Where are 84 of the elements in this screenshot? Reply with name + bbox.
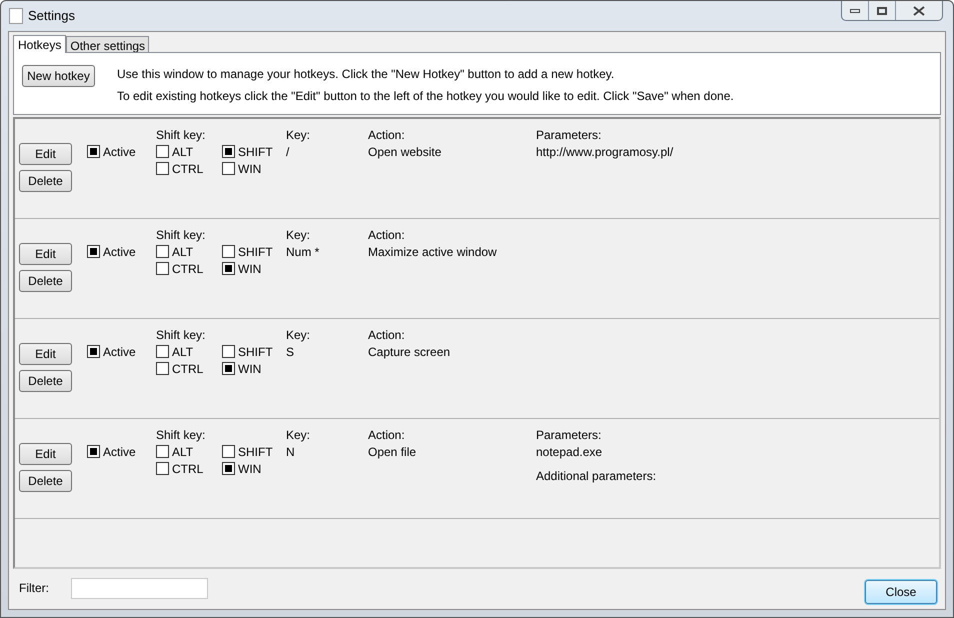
column-heading: Action: <box>368 127 406 143</box>
edit-button[interactable]: Edit <box>19 143 72 165</box>
checkbox[interactable] <box>156 445 169 458</box>
edit-button[interactable]: Edit <box>19 443 72 465</box>
action-value: Maximize active window <box>368 244 498 260</box>
checkbox-label: CTRL <box>172 460 204 478</box>
checkbox[interactable] <box>156 162 169 175</box>
delete-button[interactable]: Delete <box>19 270 72 292</box>
delete-button[interactable]: Delete <box>19 470 72 492</box>
delete-button[interactable]: Delete <box>19 370 72 392</box>
checkbox-label: WIN <box>238 460 262 478</box>
column-heading: Action: <box>368 327 406 343</box>
checkbox[interactable] <box>222 445 235 458</box>
checkbox-label: ALT <box>172 244 194 260</box>
checkbox[interactable] <box>156 345 169 358</box>
close-button[interactable]: Close <box>865 580 937 604</box>
checkbox[interactable] <box>222 262 235 275</box>
column-heading: Action: <box>368 227 406 243</box>
checkbox-label: CTRL <box>172 160 204 178</box>
tab[interactable]: Other settings <box>66 36 150 52</box>
column-heading: Parameters: <box>536 127 602 143</box>
filter-label: Filter: <box>19 580 49 597</box>
instruction-text: Use this window to manage your hotkeys. Click the "New Hotkey" button to add a new hotkey. <box>117 66 616 83</box>
action-value: Capture screen <box>368 344 452 360</box>
action-value: Open file <box>368 444 418 460</box>
checkbox-label: ALT <box>172 344 194 360</box>
filter-field[interactable] <box>71 578 208 598</box>
app-icon <box>9 8 23 24</box>
edit-button[interactable]: Edit <box>19 343 72 365</box>
column-heading: Parameters: <box>536 427 602 443</box>
action-value: Open website <box>368 144 442 160</box>
column-heading: Key: <box>286 327 312 343</box>
column-heading: Key: <box>286 227 312 243</box>
new-hotkey-button[interactable]: New hotkey <box>22 65 95 87</box>
checkbox[interactable] <box>87 245 100 258</box>
column-heading: Action: <box>368 427 406 443</box>
checkbox[interactable] <box>156 145 169 158</box>
checkbox[interactable] <box>222 345 235 358</box>
checkbox-label: CTRL <box>172 260 204 278</box>
checkbox-label: ALT <box>172 144 194 160</box>
column-heading: Key: <box>286 427 312 443</box>
checkbox-label: SHIFT <box>238 344 273 360</box>
checkbox-label: Active <box>103 344 136 360</box>
close-icon[interactable] <box>913 6 925 16</box>
checkbox[interactable] <box>156 245 169 258</box>
checkbox[interactable] <box>156 262 169 275</box>
checkbox-label: SHIFT <box>238 444 273 460</box>
checkbox-label: SHIFT <box>238 244 273 260</box>
key-value: / <box>286 144 290 160</box>
column-heading: Shift key: <box>156 327 206 343</box>
window-title: Settings <box>28 7 75 26</box>
checkbox[interactable] <box>87 345 100 358</box>
tab[interactable]: Hotkeys <box>13 35 66 53</box>
column-heading: Additional parameters: <box>536 468 656 485</box>
key-value: N <box>286 444 296 460</box>
instruction-text: To edit existing hotkeys click the "Edit" button to the left of the hotkey you would like to edit. Click "Save" when done. <box>117 88 734 105</box>
checkbox[interactable] <box>156 462 169 475</box>
checkbox-label: WIN <box>238 260 262 278</box>
key-value: S <box>286 344 296 360</box>
checkbox-label: Active <box>103 144 136 160</box>
checkbox[interactable] <box>87 445 100 458</box>
column-heading: Shift key: <box>156 227 206 243</box>
checkbox[interactable] <box>222 362 235 375</box>
checkbox[interactable] <box>222 245 235 258</box>
key-value: Num * <box>286 244 320 260</box>
checkbox[interactable] <box>222 462 235 475</box>
column-heading: Shift key: <box>156 427 206 443</box>
checkbox[interactable] <box>87 145 100 158</box>
checkbox-label: SHIFT <box>238 144 273 160</box>
column-heading: Key: <box>286 127 312 143</box>
parameters-value: http://www.programosy.pl/ <box>536 144 674 160</box>
checkbox-label: Active <box>103 444 136 460</box>
checkbox-label: CTRL <box>172 360 204 378</box>
edit-button[interactable]: Edit <box>19 243 72 265</box>
checkbox-label: ALT <box>172 444 194 460</box>
checkbox[interactable] <box>222 145 235 158</box>
column-heading: Shift key: <box>156 127 206 143</box>
checkbox[interactable] <box>156 362 169 375</box>
delete-button[interactable]: Delete <box>19 170 72 192</box>
checkbox-label: Active <box>103 244 136 260</box>
checkbox-label: WIN <box>238 160 262 178</box>
parameters-value: notepad.exe <box>536 444 604 460</box>
checkbox-label: WIN <box>238 360 262 378</box>
checkbox[interactable] <box>222 162 235 175</box>
